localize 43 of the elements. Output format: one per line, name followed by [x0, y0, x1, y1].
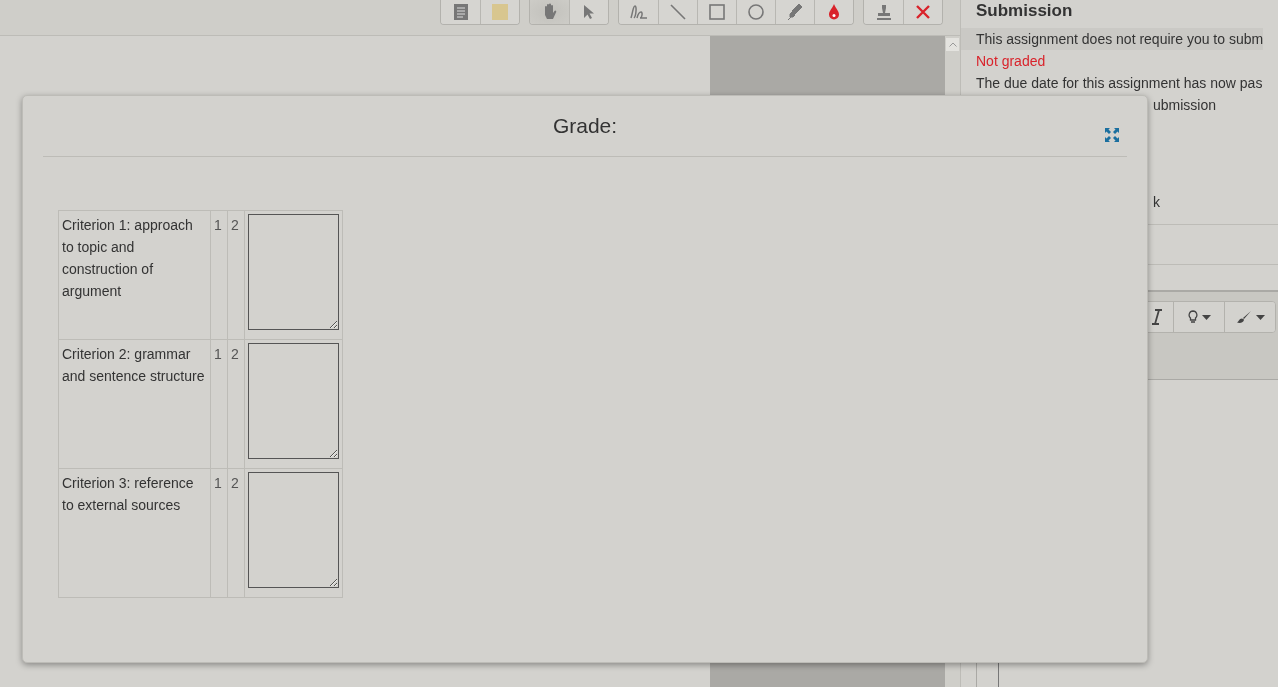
scroll-up-icon — [948, 42, 957, 47]
document-icon — [453, 4, 468, 20]
caret-icon — [1201, 314, 1211, 320]
remark-field[interactable] — [248, 343, 339, 459]
level-option[interactable]: 2 — [227, 210, 245, 340]
status-text: This assignment does not require you to subm — [961, 28, 1264, 50]
criterion-description: Criterion 2: grammar and sentence structure — [58, 339, 211, 469]
drop-icon — [828, 4, 840, 20]
criterion-description: Criterion 1: approach to topic and construction of argument — [58, 210, 211, 340]
level-option[interactable]: 1 — [210, 468, 228, 598]
tool-button[interactable] — [814, 0, 853, 24]
stamp-icon — [875, 4, 892, 20]
cross-icon — [916, 5, 930, 19]
remark-field[interactable] — [248, 214, 339, 330]
brush-dropdown[interactable] — [1224, 302, 1275, 332]
rectangle-icon — [709, 4, 725, 20]
level-option[interactable]: 2 — [227, 468, 245, 598]
remark-field[interactable] — [248, 472, 339, 588]
criterion-description: Criterion 3: reference to external sources — [58, 468, 211, 598]
scribble-icon — [629, 4, 648, 20]
line-icon — [670, 4, 686, 20]
cursor-icon — [583, 4, 595, 20]
expand-button[interactable] — [1103, 126, 1121, 144]
status-text: The due date for this assignment has now pas — [975, 74, 1263, 93]
sticky-note-icon — [492, 4, 508, 20]
caret-icon — [1255, 314, 1265, 320]
tool-button[interactable] — [530, 0, 569, 24]
status-text: ubmission — [1153, 96, 1217, 115]
section-title: Submission — [975, 0, 1074, 22]
highlighter-icon — [787, 3, 803, 21]
level-option[interactable]: 1 — [210, 210, 228, 340]
italic-icon — [1151, 309, 1162, 325]
tool-button[interactable] — [903, 0, 942, 24]
status-text: Not graded — [975, 52, 1046, 71]
circle-icon — [748, 4, 764, 20]
tool-button[interactable] — [569, 0, 608, 24]
expand-icon — [1105, 128, 1119, 142]
level-option[interactable]: 1 — [210, 339, 228, 469]
brush-icon — [1235, 310, 1252, 324]
status-text: k — [1153, 193, 1160, 212]
level-option[interactable]: 2 — [227, 339, 245, 469]
lightbulb-icon — [1187, 310, 1198, 324]
dialog-title: Grade: — [552, 114, 618, 138]
